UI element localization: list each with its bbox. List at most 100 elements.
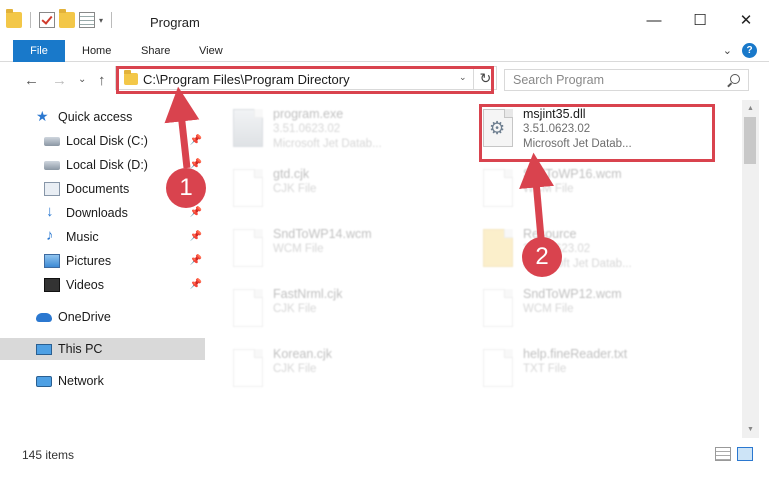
sidebar-item-local-disk-c[interactable]: Local Disk (C:) 📌 bbox=[0, 130, 205, 152]
new-folder-icon[interactable] bbox=[59, 9, 75, 28]
file-name: help.fineReader.txt bbox=[523, 347, 628, 361]
step-badge-2: 2 bbox=[522, 237, 562, 277]
scroll-down-arrow-icon[interactable]: ▼ bbox=[742, 421, 759, 438]
sidebar-item-label: Downloads bbox=[66, 206, 128, 220]
videos-icon bbox=[44, 278, 60, 292]
customize-toolbar-chevron-icon[interactable]: ▾ bbox=[99, 16, 103, 25]
pin-icon[interactable]: 📌 bbox=[190, 279, 202, 290]
search-input[interactable] bbox=[513, 73, 713, 87]
tab-share[interactable]: Share bbox=[137, 40, 174, 62]
folder-icon bbox=[483, 229, 513, 267]
scroll-up-arrow-icon[interactable]: ▲ bbox=[742, 100, 759, 117]
search-icon[interactable] bbox=[730, 74, 740, 84]
file-icon bbox=[483, 169, 513, 207]
file-highlight bbox=[479, 104, 715, 162]
sidebar-item-label: This PC bbox=[58, 342, 103, 356]
file-icon bbox=[483, 349, 513, 387]
file-item[interactable]: gtd.cjk CJK File bbox=[215, 163, 455, 215]
file-icon bbox=[233, 229, 263, 267]
forward-button[interactable]: → bbox=[52, 72, 67, 89]
file-item[interactable]: FastNrml.cjk CJK File bbox=[215, 283, 455, 335]
file-detail: WCM File bbox=[273, 243, 324, 255]
divider bbox=[111, 12, 113, 28]
file-item[interactable]: SndToWP16.wcm WCM File bbox=[465, 163, 705, 215]
sidebar-item-downloads[interactable]: Downloads 📌 bbox=[0, 202, 205, 224]
navigation-pane: Quick access Local Disk (C:) 📌 Local Dis… bbox=[0, 99, 210, 439]
sidebar-item-label: Quick access bbox=[58, 110, 133, 124]
file-detail: TXT File bbox=[523, 363, 567, 375]
file-name: Korean.cjk bbox=[273, 347, 333, 361]
pictures-icon bbox=[44, 254, 60, 268]
ribbon: File Home Share View ⌄ ? bbox=[0, 40, 769, 62]
star-icon bbox=[36, 108, 52, 125]
folder-icon[interactable] bbox=[6, 9, 22, 28]
file-detail: WCM File bbox=[523, 303, 574, 315]
sidebar-item-label: Videos bbox=[66, 278, 104, 292]
sidebar-item-label: Music bbox=[66, 230, 99, 244]
file-name: SndToWP12.wcm bbox=[523, 287, 622, 301]
pin-icon[interactable]: 📌 bbox=[190, 231, 202, 242]
address-bar-highlight bbox=[116, 66, 494, 94]
sidebar-item-network[interactable]: Network bbox=[0, 370, 205, 392]
file-name: SndToWP16.wcm bbox=[523, 167, 622, 181]
recent-locations-chevron-icon[interactable]: ⌄ bbox=[78, 74, 86, 85]
window-controls: — ☐ ✕ bbox=[631, 0, 769, 40]
quick-access-toolbar: ▾ bbox=[6, 9, 116, 28]
tab-view[interactable]: View bbox=[195, 40, 227, 62]
exe-icon bbox=[233, 109, 263, 147]
network-icon bbox=[36, 375, 52, 387]
details-view-icon[interactable] bbox=[715, 447, 731, 461]
sidebar-item-this-pc[interactable]: This PC bbox=[0, 338, 205, 360]
file-icon bbox=[233, 349, 263, 387]
file-icon bbox=[233, 289, 263, 327]
sidebar-item-quick-access[interactable]: Quick access bbox=[0, 106, 205, 128]
file-item[interactable]: SndToWP14.wcm WCM File bbox=[215, 223, 455, 275]
sidebar-item-label: Local Disk (C:) bbox=[66, 134, 148, 148]
sidebar-item-music[interactable]: Music 📌 bbox=[0, 226, 205, 248]
vertical-scrollbar[interactable]: ▲ ▼ bbox=[742, 100, 759, 438]
pin-icon[interactable]: 📌 bbox=[190, 135, 202, 146]
maximize-button[interactable]: ☐ bbox=[677, 0, 723, 40]
pin-icon[interactable]: 📌 bbox=[190, 207, 202, 218]
minimize-button[interactable]: — bbox=[631, 0, 677, 40]
file-icon bbox=[483, 289, 513, 327]
sidebar-item-pictures[interactable]: Pictures 📌 bbox=[0, 250, 205, 272]
file-item[interactable]: SndToWP12.wcm WCM File bbox=[465, 283, 705, 335]
divider bbox=[30, 12, 31, 28]
file-item[interactable]: help.fineReader.txt TXT File bbox=[465, 343, 705, 395]
music-icon bbox=[44, 227, 60, 244]
help-button[interactable]: ? bbox=[742, 43, 757, 58]
properties-check-icon[interactable] bbox=[39, 12, 55, 28]
sidebar-item-onedrive[interactable]: OneDrive bbox=[0, 306, 205, 328]
window-title: Program bbox=[150, 15, 200, 30]
step-badge-1: 1 bbox=[166, 168, 206, 208]
pin-icon[interactable]: 📌 bbox=[190, 255, 202, 266]
disk-icon bbox=[44, 160, 60, 170]
sidebar-item-label: Pictures bbox=[66, 254, 112, 268]
file-item[interactable]: Resource 3.51.0623.02 Microsoft Jet Data… bbox=[465, 223, 705, 275]
file-item[interactable]: Korean.cjk CJK File bbox=[215, 343, 455, 395]
up-button[interactable]: ↑ bbox=[98, 72, 106, 89]
file-detail: WCM File bbox=[523, 183, 574, 195]
item-count: 145 items bbox=[22, 448, 75, 462]
downloads-icon bbox=[44, 203, 60, 220]
tab-file[interactable]: File bbox=[13, 40, 65, 62]
onedrive-icon bbox=[36, 312, 52, 322]
tiles-view-icon[interactable] bbox=[737, 447, 753, 461]
expand-ribbon-chevron-icon[interactable]: ⌄ bbox=[723, 44, 732, 57]
scrollbar-thumb[interactable] bbox=[744, 117, 756, 164]
file-detail: CJK File bbox=[273, 363, 317, 375]
file-icon bbox=[233, 169, 263, 207]
file-name: FastNrml.cjk bbox=[273, 287, 343, 301]
back-button[interactable]: ← bbox=[24, 72, 39, 89]
file-item[interactable]: program.exe 3.51.0623.02 Microsoft Jet D… bbox=[215, 103, 455, 155]
pc-icon bbox=[36, 343, 52, 355]
search-box[interactable] bbox=[504, 69, 749, 91]
sidebar-item-label: Documents bbox=[66, 182, 130, 196]
tab-home[interactable]: Home bbox=[78, 40, 115, 62]
close-button[interactable]: ✕ bbox=[723, 0, 769, 40]
file-detail: 3.51.0623.02 bbox=[273, 123, 341, 135]
toolbar-properties-icon[interactable] bbox=[79, 12, 95, 28]
sidebar-item-label: Local Disk (D:) bbox=[66, 158, 148, 172]
sidebar-item-videos[interactable]: Videos 📌 bbox=[0, 274, 205, 296]
